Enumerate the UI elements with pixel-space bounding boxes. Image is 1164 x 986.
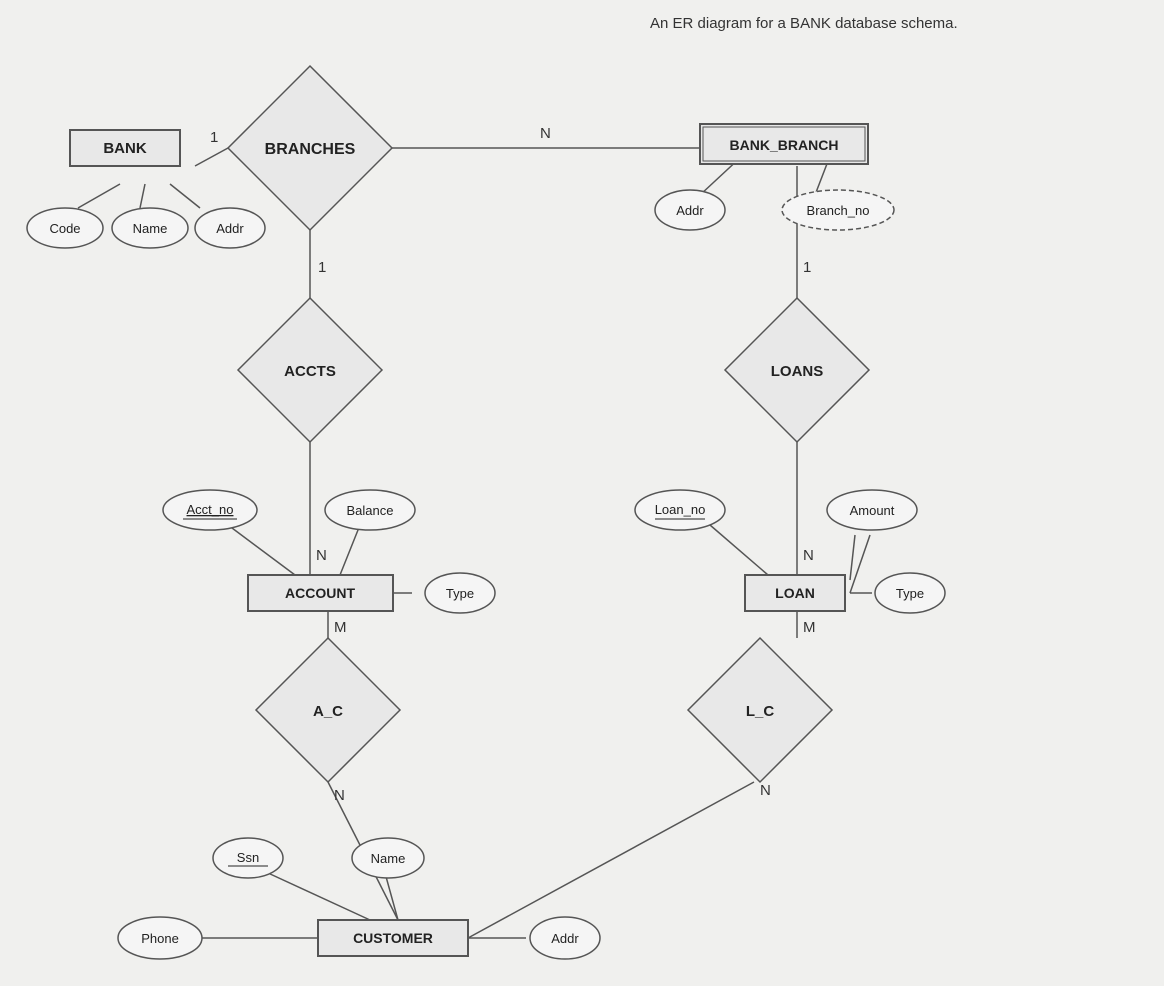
attr-bank-code-label: Code: [49, 221, 80, 236]
entity-account-label: ACCOUNT: [285, 585, 355, 601]
rel-loans-label: LOANS: [771, 363, 824, 380]
rel-accts-label: ACCTS: [284, 363, 336, 380]
card-branches-bankbranch: N: [540, 125, 551, 142]
attr-bb-addr-label: Addr: [676, 203, 704, 218]
entity-bankbranch-label: BANK_BRANCH: [730, 137, 839, 153]
card-bank-branches: 1: [210, 129, 218, 146]
attr-amount-label: Amount: [850, 503, 895, 518]
attr-phone-label: Phone: [141, 931, 179, 946]
card-branches-accts: 1: [318, 259, 326, 276]
rel-lc-label: L_C: [746, 703, 775, 720]
card-accts-account: N: [316, 547, 327, 564]
card-loan-lc: M: [803, 619, 816, 636]
attr-cust-addr-label: Addr: [551, 931, 579, 946]
entity-loan-label: LOAN: [775, 585, 815, 601]
attr-bank-addr-label: Addr: [216, 221, 244, 236]
attr-loan-type-label: Type: [896, 586, 924, 601]
er-diagram: An ER diagram for a BANK database schema…: [0, 0, 1164, 986]
entity-customer-label: CUSTOMER: [353, 930, 433, 946]
card-loans-loan: N: [803, 547, 814, 564]
entity-bank-label: BANK: [103, 140, 146, 157]
card-lc-customer: N: [760, 782, 771, 799]
attr-account-type-label: Type: [446, 586, 474, 601]
attr-acctno-label: Acct_no: [187, 502, 234, 517]
attr-bb-branchno-label: Branch_no: [807, 203, 870, 218]
card-account-ac: M: [334, 619, 347, 636]
card-ac-customer: N: [334, 787, 345, 804]
attr-ssn-label: Ssn: [237, 850, 259, 865]
rel-branches-label: BRANCHES: [265, 141, 356, 158]
attr-cust-name-label: Name: [371, 851, 406, 866]
attr-loanno-label: Loan_no: [655, 502, 706, 517]
attr-balance-label: Balance: [347, 503, 394, 518]
card-bankbranch-loans: 1: [803, 259, 811, 276]
rel-ac-label: A_C: [313, 703, 343, 720]
diagram-title: An ER diagram for a BANK database schema…: [650, 15, 958, 32]
attr-bank-name-label: Name: [133, 221, 168, 236]
